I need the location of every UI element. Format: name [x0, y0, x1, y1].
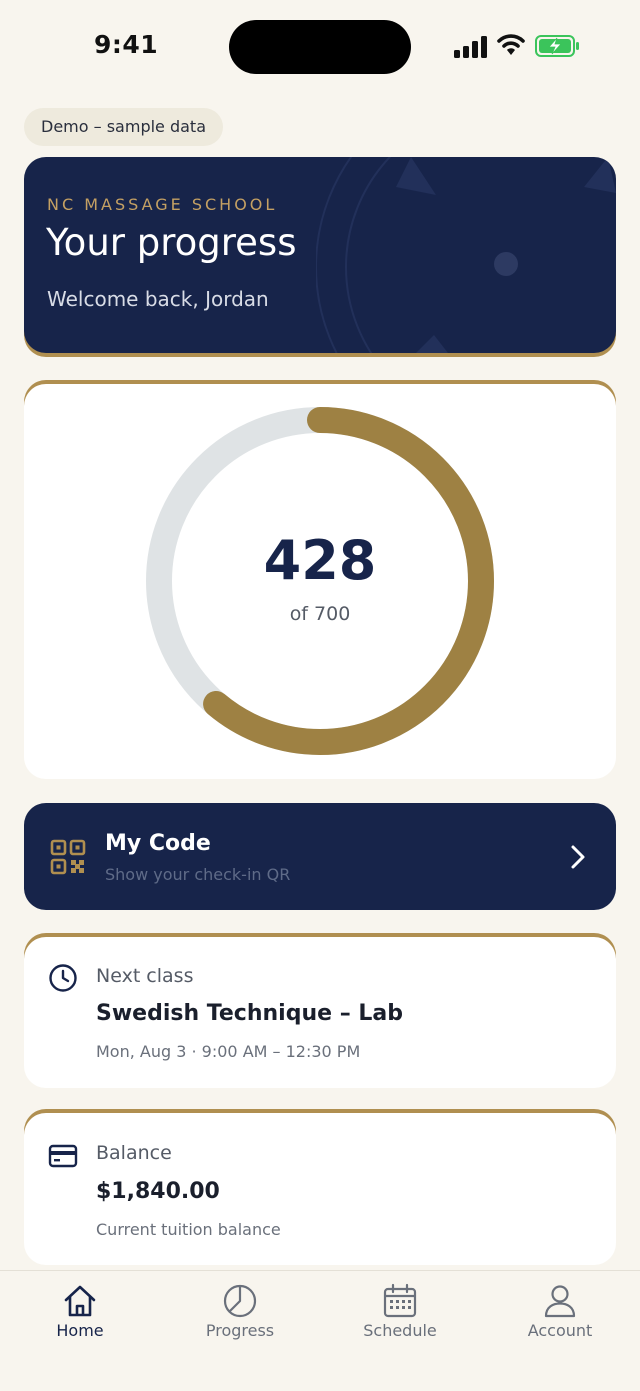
wifi-icon — [497, 34, 525, 55]
credit-card-icon — [48, 1144, 78, 1168]
tab-account[interactable]: Account — [480, 1271, 640, 1361]
tab-progress[interactable]: Progress — [160, 1271, 320, 1361]
tab-bar: Home Progress Schedule Account — [0, 1270, 640, 1391]
tab-home[interactable]: Home — [0, 1271, 160, 1361]
next-class-name: Swedish Technique – Lab — [96, 1001, 403, 1026]
page-title: Your progress — [46, 221, 297, 264]
balance-card[interactable]: Balance $1,840.00 Current tuition balanc… — [24, 1113, 616, 1265]
completed-hours-value: 428 — [263, 529, 377, 592]
calendar-icon — [383, 1283, 417, 1318]
my-code-button[interactable]: My Code Show your check-in QR — [24, 803, 616, 910]
hours-progress-card: 428 of 700 — [24, 384, 616, 779]
clock-icon — [49, 964, 77, 992]
balance-amount: $1,840.00 — [96, 1179, 220, 1204]
tab-schedule[interactable]: Schedule — [320, 1271, 480, 1361]
tab-schedule-label: Schedule — [363, 1321, 437, 1340]
balance-label: Balance — [96, 1142, 172, 1164]
tab-home-label: Home — [56, 1321, 104, 1340]
welcome-message: Welcome back, Jordan — [47, 287, 269, 311]
next-class-time: Mon, Aug 3 · 9:00 AM – 12:30 PM — [96, 1042, 361, 1061]
status-bar: 9:41 — [0, 0, 640, 96]
home-icon — [64, 1285, 96, 1317]
chevron-right-icon — [571, 845, 585, 869]
hero-banner: NC MASSAGE SCHOOL Your progress Welcome … — [24, 157, 616, 353]
dynamic-island — [229, 20, 411, 74]
tab-progress-label: Progress — [205, 1321, 275, 1340]
school-name: NC MASSAGE SCHOOL — [47, 195, 278, 214]
cellular-signal-icon — [454, 36, 487, 58]
next-class-label: Next class — [96, 965, 194, 987]
status-time: 9:41 — [94, 30, 159, 59]
user-icon — [544, 1285, 576, 1318]
total-hours-label: of 700 — [289, 603, 351, 625]
tab-account-label: Account — [527, 1321, 593, 1340]
next-class-card[interactable]: Next class Swedish Technique – Lab Mon, … — [24, 937, 616, 1088]
my-code-title: My Code — [105, 831, 211, 856]
demo-data-badge: Demo – sample data — [24, 108, 224, 146]
balance-description: Current tuition balance — [96, 1220, 281, 1239]
pie-chart-icon — [223, 1284, 257, 1318]
qr-code-icon — [50, 839, 86, 875]
decorative-compass-graphic — [316, 157, 616, 353]
battery-charging-icon — [535, 35, 579, 57]
my-code-subtitle: Show your check-in QR — [105, 865, 291, 884]
